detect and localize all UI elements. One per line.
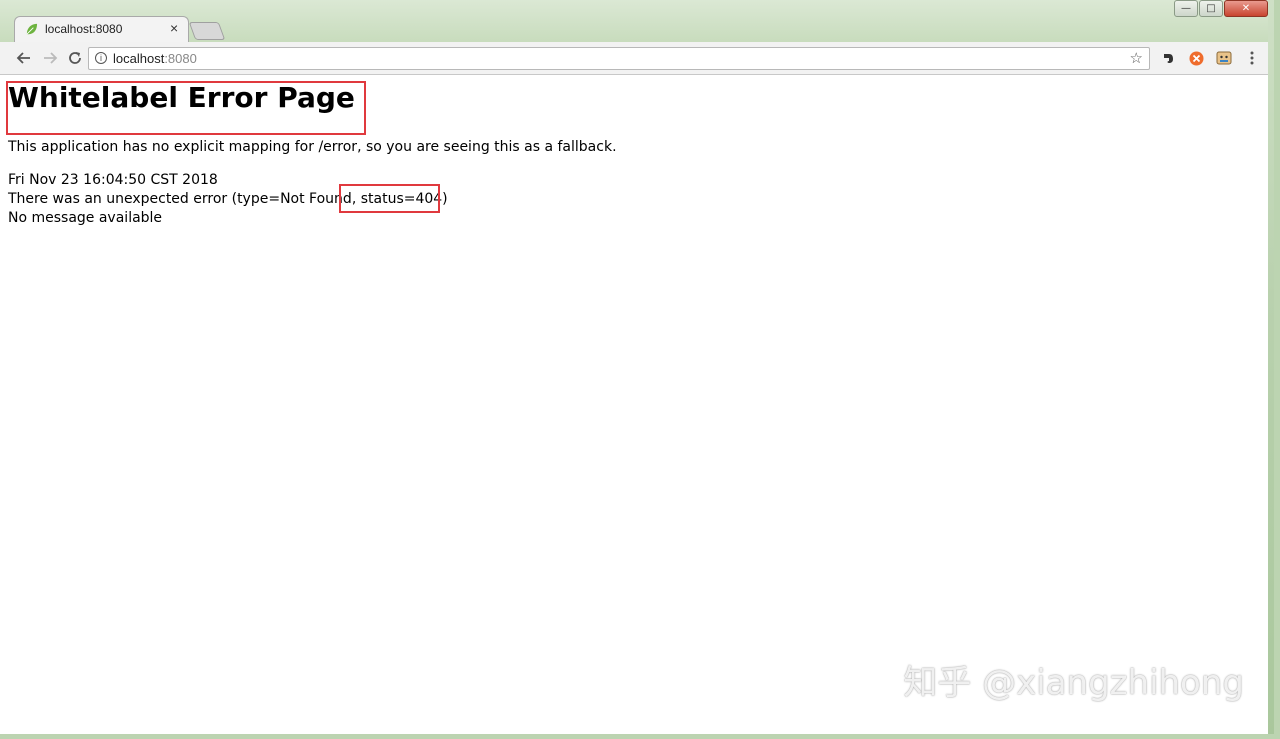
browser-toolbar: i localhost:8080 ☆	[0, 42, 1268, 75]
url-port: :8080	[164, 51, 197, 66]
highlight-box-status	[339, 184, 440, 213]
tab-localhost[interactable]: localhost:8080 ×	[14, 16, 189, 42]
reload-icon[interactable]	[65, 48, 85, 68]
error-line-start: There was an unexpected error (type=Not …	[8, 191, 352, 207]
tab-close-icon[interactable]: ×	[170, 20, 178, 36]
url-host: localhost	[113, 51, 165, 66]
watermark: 知乎 @xiangzhihong	[903, 663, 1244, 703]
info-icon[interactable]: i	[95, 52, 107, 64]
close-window-button[interactable]: ✕	[1224, 0, 1268, 17]
page-content: Whitelabel Error Page This application h…	[0, 75, 1268, 734]
tab-title: localhost:8080	[45, 22, 123, 36]
kebab-menu-icon[interactable]	[1244, 50, 1260, 66]
spring-leaf-icon	[26, 23, 38, 35]
highlight-box-title	[6, 81, 366, 135]
no-message: No message available	[8, 210, 163, 226]
extension-face-icon[interactable]	[1216, 50, 1232, 66]
new-tab-button[interactable]	[188, 22, 226, 40]
title-bar: localhost:8080 × — □ ✕	[0, 0, 1268, 42]
minimize-button[interactable]: —	[1174, 0, 1198, 17]
extension-orange-icon[interactable]	[1188, 50, 1204, 66]
forward-arrow-icon[interactable]	[40, 48, 60, 68]
fallback-message: This application has no explicit mapping…	[8, 139, 617, 155]
url-text: localhost:8080	[113, 51, 197, 66]
maximize-button[interactable]: □	[1199, 0, 1223, 17]
evernote-icon[interactable]	[1160, 50, 1176, 66]
window-controls: — □ ✕	[1174, 0, 1268, 18]
address-bar[interactable]: i localhost:8080 ☆	[88, 47, 1150, 70]
timestamp: Fri Nov 23 16:04:50 CST 2018	[8, 172, 218, 188]
back-arrow-icon[interactable]	[14, 48, 34, 68]
star-icon[interactable]: ☆	[1130, 49, 1143, 67]
